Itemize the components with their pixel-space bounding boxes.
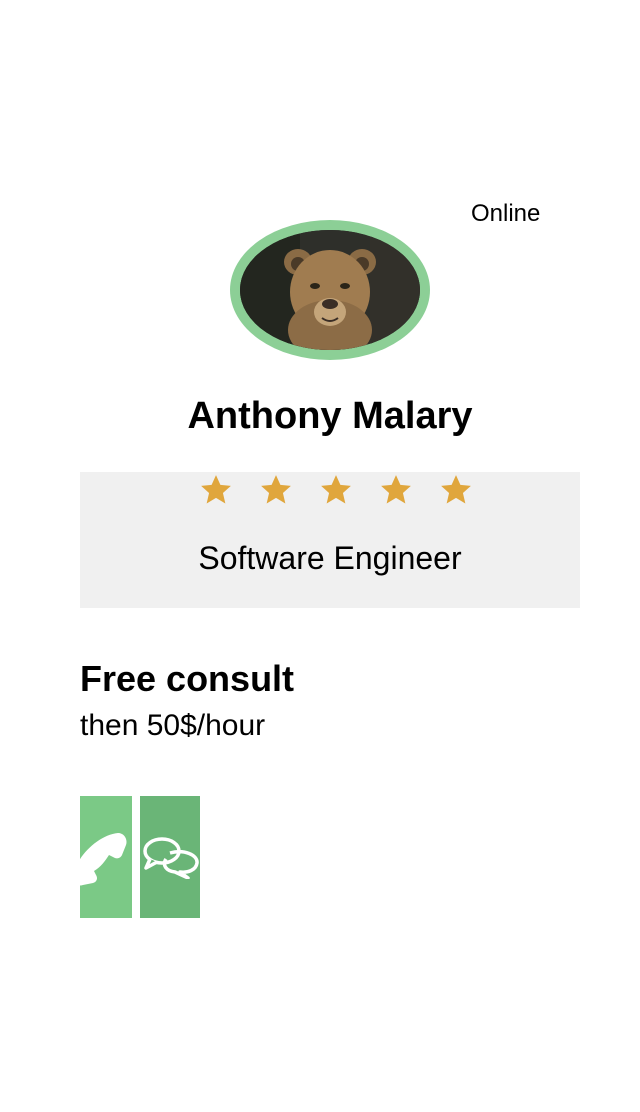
star-rating — [186, 472, 486, 508]
rating-card: Software Engineer — [80, 472, 580, 608]
contact-actions — [80, 796, 200, 918]
profile-role: Software Engineer — [198, 540, 462, 576]
star-icon — [246, 472, 306, 508]
offer-price: then 50$/hour — [80, 709, 266, 742]
profile-name: Anthony Malary — [187, 395, 473, 437]
star-icon — [186, 472, 246, 508]
call-button[interactable] — [80, 796, 132, 918]
star-icon — [366, 472, 426, 508]
lioness-photo — [240, 230, 420, 350]
chat-button[interactable] — [140, 796, 200, 918]
phone-icon — [80, 833, 127, 886]
star-icon — [426, 472, 486, 508]
chat-bubbles-icon — [143, 837, 199, 879]
online-status: Online — [471, 200, 541, 227]
offer-title: Free consult — [80, 658, 295, 699]
star-icon — [306, 472, 366, 508]
avatar — [230, 220, 430, 360]
